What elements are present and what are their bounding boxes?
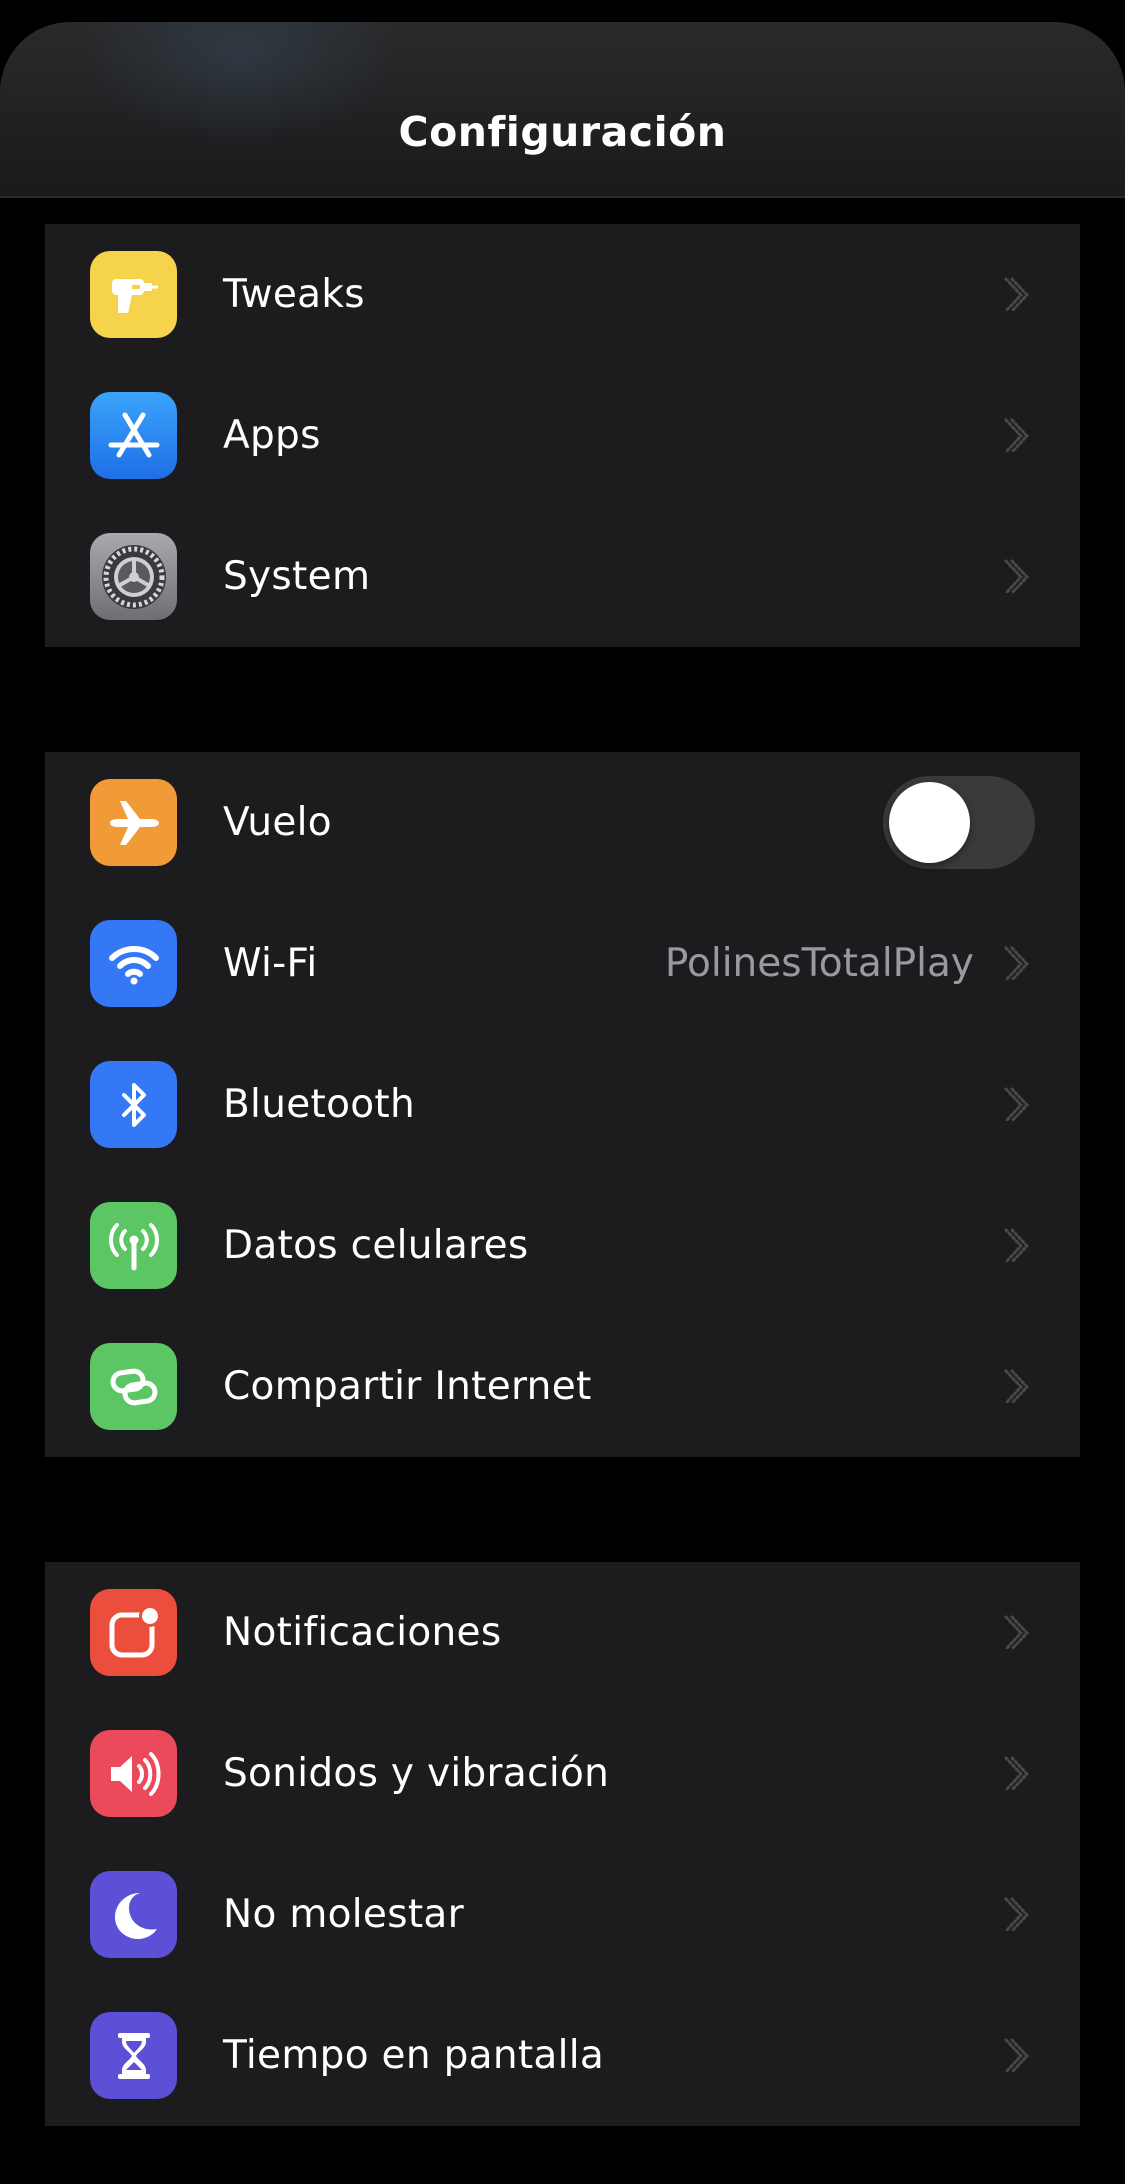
settings-row-apps[interactable]: Apps: [45, 365, 1080, 506]
row-label: Datos celulares: [223, 1223, 529, 1268]
bluetooth-icon: [90, 1061, 177, 1148]
airplane-icon: [90, 779, 177, 866]
row-label: Vuelo: [223, 800, 332, 845]
wifi-network-name: PolinesTotalPlay: [664, 941, 974, 986]
row-label: Bluetooth: [223, 1082, 416, 1127]
row-label: Apps: [223, 413, 321, 458]
settings-group-notifications: Notificaciones Sonidos y vibración No mo…: [45, 1562, 1080, 2126]
chevron-right-icon: [1004, 559, 1029, 595]
settings-row-notifications[interactable]: Notificaciones: [45, 1562, 1080, 1703]
settings-group-connectivity: Vuelo Wi-Fi PolinesTotalPlay Bluetooth D…: [45, 752, 1080, 1457]
airplane-mode-toggle[interactable]: [883, 776, 1035, 869]
settings-row-screen-time[interactable]: Tiempo en pantalla: [45, 1985, 1080, 2126]
settings-group-general: Tweaks Apps System: [45, 224, 1080, 647]
settings-row-airplane[interactable]: Vuelo: [45, 752, 1080, 893]
page-title: Configuración: [398, 108, 727, 156]
settings-row-bluetooth[interactable]: Bluetooth: [45, 1034, 1080, 1175]
chevron-right-icon: [1004, 418, 1029, 454]
chevron-right-icon: [1004, 277, 1029, 313]
app-store-icon: [90, 392, 177, 479]
speaker-icon: [90, 1730, 177, 1817]
notifications-icon: [90, 1589, 177, 1676]
settings-row-tweaks[interactable]: Tweaks: [45, 224, 1080, 365]
settings-row-wifi[interactable]: Wi-Fi PolinesTotalPlay: [45, 893, 1080, 1034]
chevron-right-icon: [1004, 1369, 1029, 1405]
chevron-right-icon: [1004, 1087, 1029, 1123]
row-label: Notificaciones: [223, 1610, 502, 1655]
settings-row-hotspot[interactable]: Compartir Internet: [45, 1316, 1080, 1457]
toggle-knob: [889, 782, 970, 863]
chevron-right-icon: [1004, 1756, 1029, 1792]
settings-gear-icon: [90, 533, 177, 620]
settings-row-do-not-disturb[interactable]: No molestar: [45, 1844, 1080, 1985]
settings-row-cellular[interactable]: Datos celulares: [45, 1175, 1080, 1316]
settings-row-system[interactable]: System: [45, 506, 1080, 647]
row-label: Sonidos y vibración: [223, 1751, 610, 1796]
row-label: Wi-Fi: [223, 941, 318, 986]
drill-icon: [90, 251, 177, 338]
wifi-icon: [90, 920, 177, 1007]
moon-icon: [90, 1871, 177, 1958]
nav-header: Configuración: [0, 22, 1125, 198]
row-label: No molestar: [223, 1892, 464, 1937]
chevron-right-icon: [1004, 946, 1029, 982]
antenna-icon: [90, 1202, 177, 1289]
row-label: Compartir Internet: [223, 1364, 592, 1409]
row-label: Tiempo en pantalla: [223, 2033, 605, 2078]
hotspot-link-icon: [90, 1343, 177, 1430]
chevron-right-icon: [1004, 1615, 1029, 1651]
chevron-right-icon: [1004, 2038, 1029, 2074]
settings-row-sounds[interactable]: Sonidos y vibración: [45, 1703, 1080, 1844]
chevron-right-icon: [1004, 1897, 1029, 1933]
chevron-right-icon: [1004, 1228, 1029, 1264]
hourglass-icon: [90, 2012, 177, 2099]
row-label: System: [223, 554, 371, 599]
row-label: Tweaks: [223, 272, 365, 317]
